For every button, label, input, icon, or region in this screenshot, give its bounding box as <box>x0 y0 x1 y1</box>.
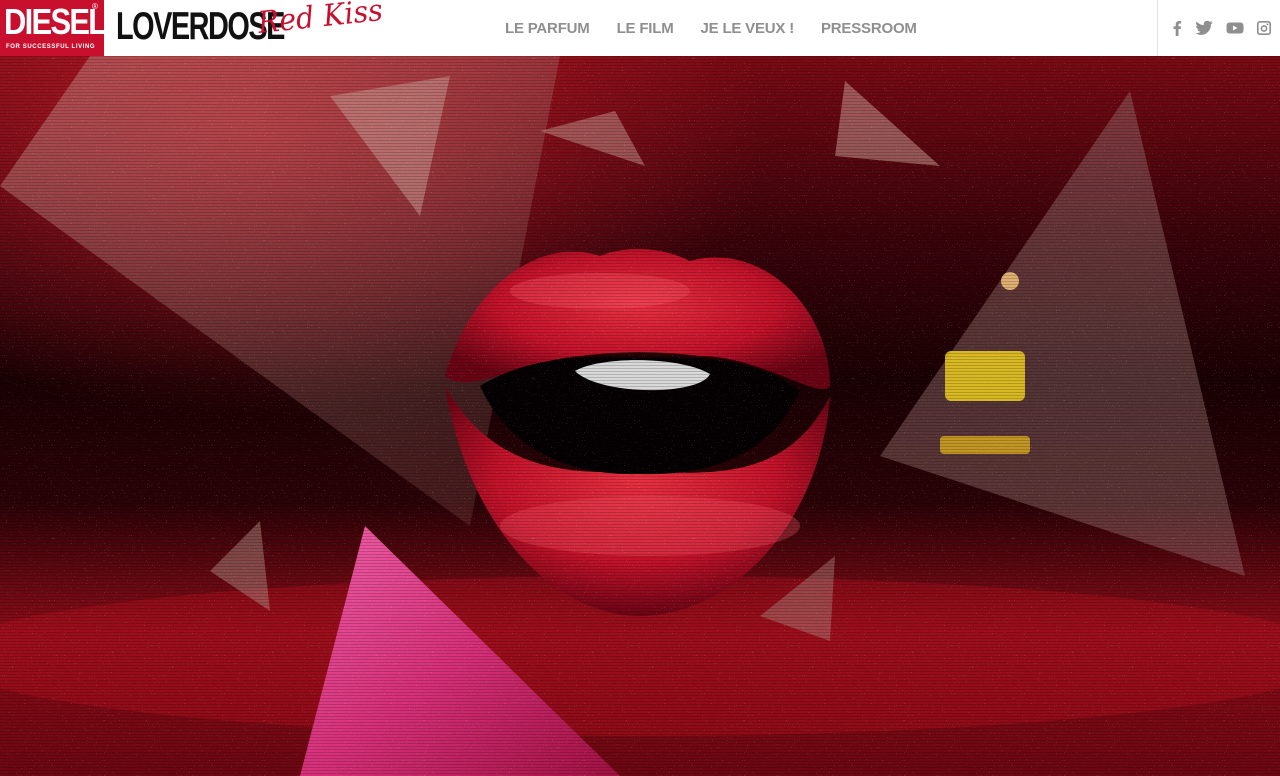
diesel-logo[interactable]: DIESEL ® FOR SUCCESSFUL LIVING <box>0 0 107 56</box>
diesel-logo-reg-mark: ® <box>92 2 98 11</box>
nav-item-le-parfum[interactable]: LE PARFUM <box>505 20 590 37</box>
social-links <box>1157 0 1280 56</box>
product-logo-script: Red Kiss <box>256 0 385 41</box>
main-nav: LE PARFUM LE FILM JE LE VEUX ! PRESSROOM <box>505 0 917 56</box>
instagram-icon[interactable] <box>1257 20 1271 36</box>
nav-item-le-film[interactable]: LE FILM <box>617 20 674 37</box>
hero-visual <box>0 56 1280 776</box>
twitter-icon[interactable] <box>1195 20 1213 36</box>
nav-item-pressroom[interactable]: PRESSROOM <box>821 20 917 37</box>
scanline-overlay <box>0 56 1280 776</box>
diesel-logo-tagline: FOR SUCCESSFUL LIVING <box>6 44 96 50</box>
hero-illustration <box>0 56 1280 776</box>
youtube-icon[interactable] <box>1226 20 1244 36</box>
diesel-logo-word: DIESEL <box>4 1 107 42</box>
site-header: DIESEL ® FOR SUCCESSFUL LIVING LOVERDOSE… <box>0 0 1280 56</box>
nav-item-je-le-veux[interactable]: JE LE VEUX ! <box>701 20 795 37</box>
facebook-icon[interactable] <box>1172 20 1182 36</box>
product-logo[interactable]: LOVERDOSE Red Kiss <box>116 0 406 56</box>
